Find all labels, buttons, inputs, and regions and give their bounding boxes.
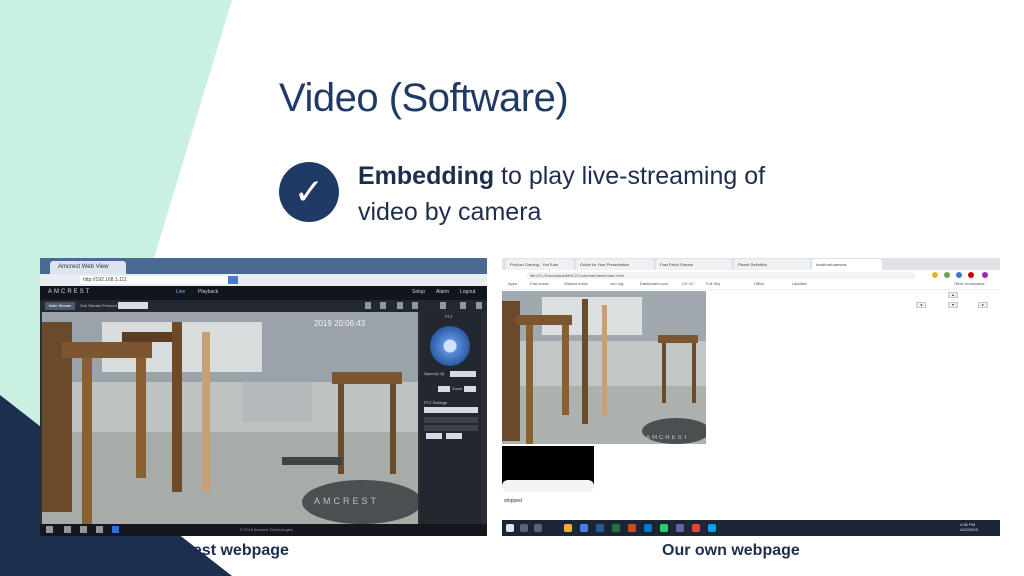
- zoom-in-button[interactable]: [464, 386, 476, 392]
- layout-icon[interactable]: [96, 526, 103, 533]
- pan-right-button[interactable]: ▸: [978, 302, 988, 308]
- browser-tab-active[interactable]: localhost:camera: [812, 259, 882, 270]
- video-watermark: AMCREST: [646, 435, 689, 441]
- profile-avatar[interactable]: [982, 272, 988, 278]
- url-field[interactable]: http://192.168.1.111: [80, 276, 230, 284]
- layout-icon[interactable]: [112, 526, 119, 533]
- word-icon[interactable]: [596, 524, 604, 532]
- layout-icon[interactable]: [80, 526, 87, 533]
- ptz-direction-dial[interactable]: [430, 326, 470, 366]
- pan-left-button[interactable]: ◂: [916, 302, 926, 308]
- protocol-select[interactable]: [118, 302, 148, 309]
- nav-setup[interactable]: Setup: [412, 289, 425, 295]
- teams-icon[interactable]: [676, 524, 684, 532]
- tilt-down-button[interactable]: ▾: [948, 302, 958, 308]
- excel-icon[interactable]: [612, 524, 620, 532]
- own-live-video: AMCREST: [502, 291, 706, 444]
- browser-tab[interactable]: Guide for Your Presentation: [576, 259, 654, 270]
- stream-status: stopped: [504, 498, 522, 504]
- main-stream-button[interactable]: Main Stream: [45, 302, 75, 310]
- browser-tab[interactable]: Fast Fetch Stream: [656, 259, 732, 270]
- bookmark[interactable]: Apps: [508, 281, 517, 286]
- bookmark[interactable]: CS 2C: [682, 281, 694, 286]
- video-watermark: AMCREST: [314, 496, 379, 506]
- caption-amcrest: Amcrest webpage: [152, 542, 289, 559]
- app-icon[interactable]: [708, 524, 716, 532]
- browser-tab[interactable]: Planet Definition: [734, 259, 810, 270]
- taskbar-clock[interactable]: 4:36 PM 4/22/2019: [960, 522, 978, 532]
- amcrest-screenshot: Amcrest Web View http://192.168.1.111 AM…: [40, 258, 487, 536]
- ptz-settings-label: PTZ Settings: [424, 400, 448, 405]
- bookmark[interactable]: Shared notes: [564, 281, 588, 286]
- extension-icon[interactable]: [956, 272, 962, 278]
- amcrest-copyright: © 2019 Amcrest Technologies: [240, 527, 293, 532]
- layout-icon[interactable]: [46, 526, 53, 533]
- snapshot-icon[interactable]: [380, 302, 386, 309]
- slide-title: Video (Software): [279, 76, 569, 120]
- sub-stream-label[interactable]: Sub Stream: [80, 303, 101, 308]
- check-icon: ✓: [279, 162, 339, 222]
- bookmark[interactable]: Updates: [792, 281, 807, 286]
- ptz-row: [424, 425, 478, 431]
- windows-taskbar: [502, 520, 1000, 536]
- own-webpage-screenshot: Product Gaming - YouTube Guide for Your …: [502, 258, 1000, 536]
- ptz-action-button[interactable]: [426, 433, 442, 439]
- extension-icon[interactable]: [932, 272, 938, 278]
- fullscreen-icon[interactable]: [440, 302, 446, 309]
- ptz-zoom-label: Zoom: [452, 386, 463, 391]
- camera-icon[interactable]: [397, 302, 403, 309]
- app-icon[interactable]: [692, 524, 700, 532]
- media-controls[interactable]: [502, 480, 594, 492]
- ptz-row: [424, 417, 478, 423]
- tilt-up-button[interactable]: ▴: [948, 292, 958, 298]
- ptz-action-button[interactable]: [446, 433, 462, 439]
- start-icon[interactable]: [506, 524, 514, 532]
- browser-tab[interactable]: Product Gaming - YouTube: [506, 259, 574, 270]
- ptz-toggle-icon[interactable]: [476, 302, 482, 309]
- bullet-text: Embedding to play live-streaming of vide…: [358, 158, 828, 230]
- amcrest-live-video: 2019 20:06:43 AMCREST: [42, 312, 418, 524]
- video-timestamp: 2019 20:06:43: [314, 319, 366, 328]
- amcrest-logo: AMCREST: [48, 289, 92, 295]
- url-field[interactable]: file:///C:/Downloads/MHC2/Code/Interface…: [526, 272, 916, 279]
- layout-icon[interactable]: [64, 526, 71, 533]
- zoom-out-button[interactable]: [438, 386, 450, 392]
- nav-logout[interactable]: Logout: [460, 289, 475, 295]
- settings-icon[interactable]: [460, 302, 466, 309]
- bookmark[interactable]: Other bookmarks: [954, 281, 985, 286]
- ptz-speed-label: Speed(1-8): [424, 371, 445, 376]
- outlook-icon[interactable]: [644, 524, 652, 532]
- bookmark[interactable]: Fast notes: [530, 281, 549, 286]
- bullet-bold: Embedding: [358, 162, 495, 190]
- caption-own: Our own webpage: [662, 542, 800, 559]
- nav-live[interactable]: Live: [176, 289, 185, 295]
- go-button[interactable]: [228, 276, 238, 284]
- zoom-icon[interactable]: [412, 302, 418, 309]
- nav-playback[interactable]: Playback: [198, 289, 218, 295]
- task-view-icon[interactable]: [534, 524, 542, 532]
- record-icon[interactable]: [365, 302, 371, 309]
- browser-tab[interactable]: Amcrest Web View: [50, 261, 126, 274]
- ptz-title: PTZ: [445, 314, 453, 319]
- ptz-preset-select[interactable]: [424, 407, 478, 413]
- extension-icon[interactable]: [968, 272, 974, 278]
- protocol-label: Protocol: [102, 303, 117, 308]
- powerpoint-icon[interactable]: [628, 524, 636, 532]
- explorer-icon[interactable]: [564, 524, 572, 532]
- bookmark[interactable]: cnn.org: [610, 281, 623, 286]
- bookmark[interactable]: Office: [754, 281, 764, 286]
- nav-alarm[interactable]: Alarm: [436, 289, 449, 295]
- bookmark[interactable]: Full Sky: [706, 281, 720, 286]
- search-icon[interactable]: [520, 524, 528, 532]
- whatsapp-icon[interactable]: [660, 524, 668, 532]
- extension-icon[interactable]: [944, 272, 950, 278]
- ptz-speed-select[interactable]: [450, 371, 476, 377]
- bookmark[interactable]: Dashboard.com: [640, 281, 668, 286]
- chrome-icon[interactable]: [580, 524, 588, 532]
